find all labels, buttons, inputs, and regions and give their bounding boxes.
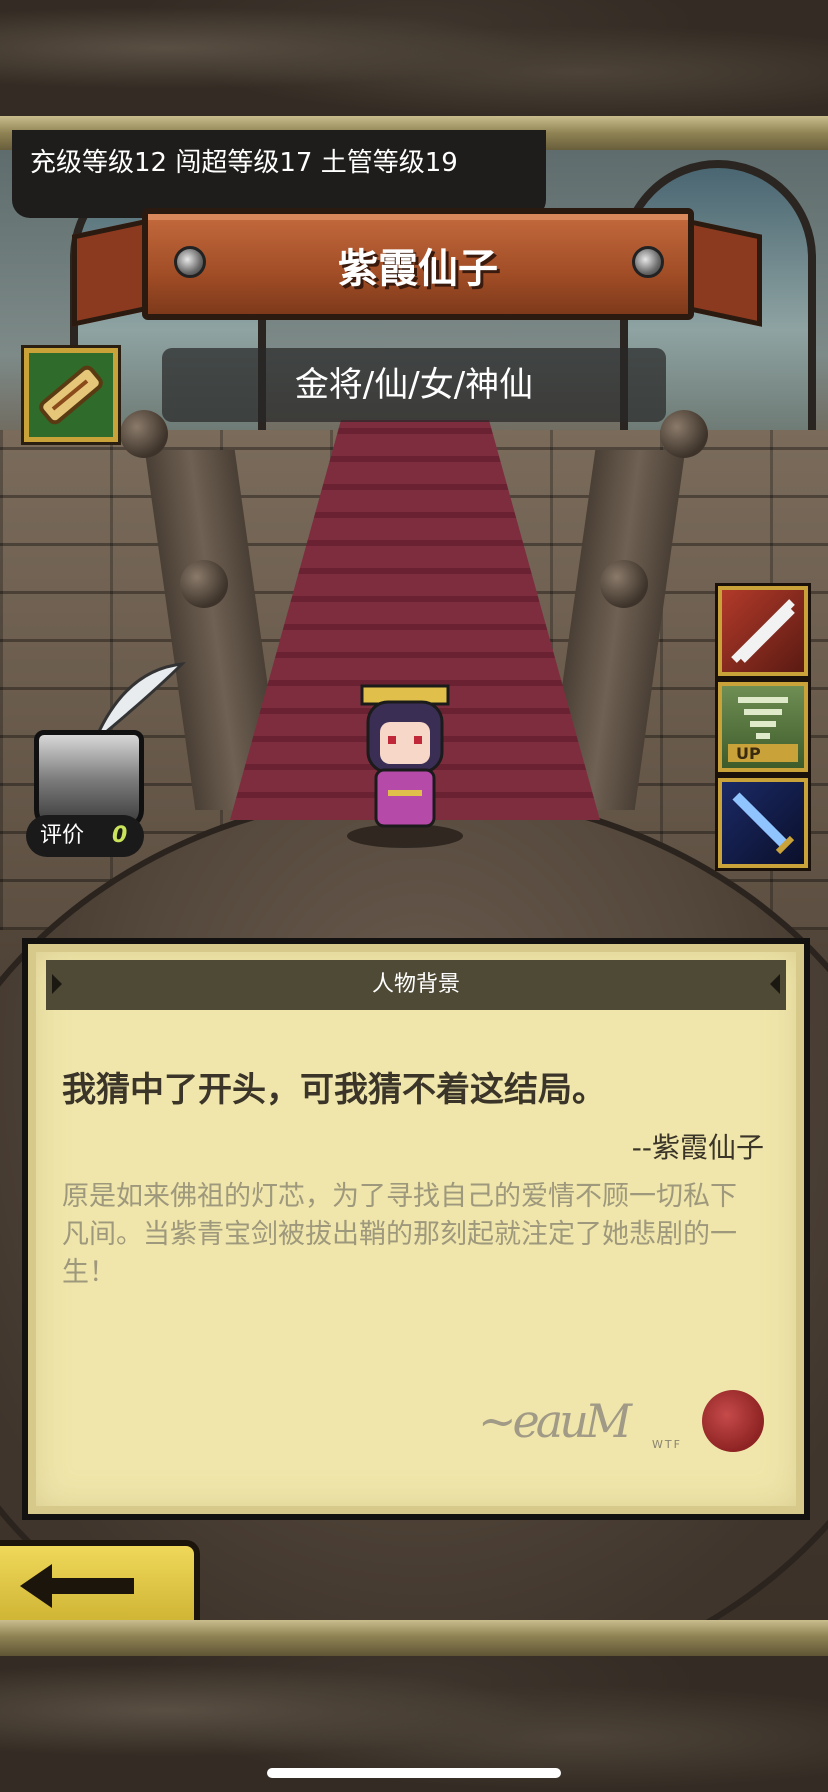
rail-ball-right xyxy=(600,560,648,608)
tornado-up-icon[interactable]: UP xyxy=(718,682,808,772)
post-ball xyxy=(120,410,168,458)
hero-sprite[interactable] xyxy=(340,678,470,848)
bottom-rail xyxy=(0,1620,828,1656)
post-ball xyxy=(660,410,708,458)
blue-sword-icon[interactable] xyxy=(718,778,808,868)
header-arrow-left-icon xyxy=(52,974,62,994)
hero-quote: 我猜中了开头，可我猜不着这结局。 xyxy=(62,1070,606,1110)
sword-slash-icon[interactable] xyxy=(718,586,808,676)
hero-name: 紫霞仙子 xyxy=(338,246,498,292)
wax-seal-icon xyxy=(702,1390,764,1452)
rating-badge: 评价 0 xyxy=(26,815,144,857)
header-arrow-right-icon xyxy=(770,974,780,994)
level-info-text: 充级等级12 闯超等级17 土管等级19 xyxy=(30,148,458,178)
background-header: 人物背景 xyxy=(46,960,786,1010)
home-indicator[interactable] xyxy=(267,1768,561,1778)
hero-bio: 原是如来佛祖的灯芯，为了寻找自己的爱情不顾一切私下凡间。当紫青宝剑被拔出鞘的那刻… xyxy=(62,1181,737,1288)
rail-ball-left xyxy=(180,560,228,608)
background-panel: 人物背景 我猜中了开头，可我猜不着这结局。 --紫霞仙子 原是如来佛祖的灯芯，为… xyxy=(22,938,810,1520)
svg-text:UP: UP xyxy=(736,744,761,763)
hero-name-banner: 紫霞仙子 xyxy=(72,208,762,327)
rating-value: 0 xyxy=(112,823,128,848)
hero-class-tags: 金将/仙/女/神仙 xyxy=(162,348,666,422)
quill-icon xyxy=(86,660,187,742)
scroll-icon[interactable] xyxy=(24,348,118,442)
back-arrow-icon xyxy=(20,1564,134,1608)
signature-mark: ~eauM xyxy=(478,1394,632,1448)
banner-body: 紫霞仙子 xyxy=(142,208,694,320)
rivet-icon xyxy=(632,246,664,278)
quote-attribution: --紫霞仙子 xyxy=(631,1131,764,1164)
signature-caption: WTF xyxy=(652,1438,682,1451)
top-frame xyxy=(0,0,828,120)
level-info-bar: 充级等级12 闯超等级17 土管等级19 xyxy=(12,130,546,218)
rating-label: 评价 xyxy=(40,823,85,848)
